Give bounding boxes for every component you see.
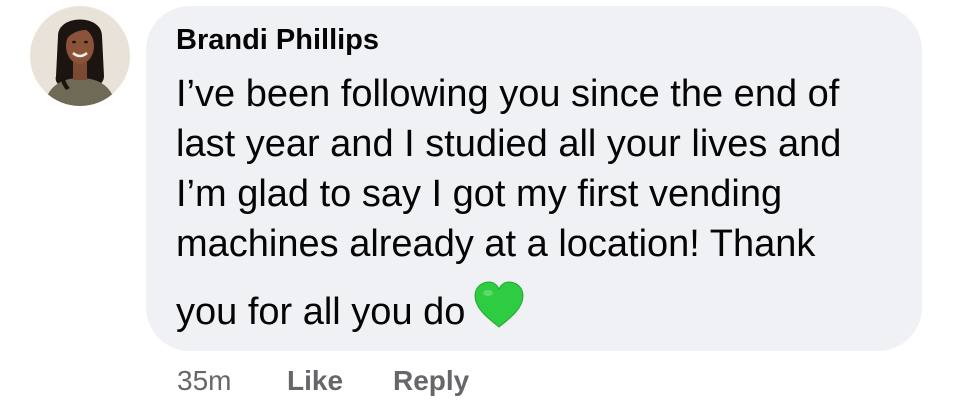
comment-bubble: Brandi Phillips I’ve been following you … (146, 6, 922, 351)
comment-timestamp: 35m (177, 365, 232, 396)
comment-text-final: you for all you do (176, 291, 466, 334)
profile-photo (30, 6, 130, 106)
green-heart-icon (473, 281, 525, 339)
avatar[interactable] (30, 6, 130, 106)
comment-author-name[interactable]: Brandi Phillips (176, 24, 379, 57)
comment-text-line: last year and I studied all your lives a… (176, 123, 842, 165)
comment-text-line-last: you for all you do (176, 281, 525, 343)
comment-text-line: machines already at a location! Thank (176, 223, 816, 265)
reply-button[interactable]: Reply (393, 365, 469, 397)
comment-text-line: I’m glad to say I got my first vending (176, 173, 783, 215)
like-button[interactable]: Like (287, 365, 343, 397)
comment-text-line: I’ve been following you since the end of (176, 73, 840, 115)
